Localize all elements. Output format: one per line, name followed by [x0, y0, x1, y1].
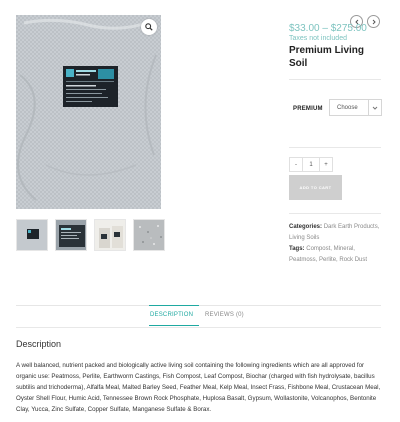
divider — [289, 147, 381, 148]
add-to-cart-button[interactable]: ADD TO CART — [289, 175, 342, 200]
search-icon — [145, 23, 153, 31]
variant-label: PREMIUM — [293, 106, 323, 112]
variant-select[interactable]: Choose — [329, 99, 382, 116]
thumbnail-bag-front-image — [17, 220, 47, 250]
tags-label: Tags: — [289, 246, 305, 252]
category-link[interactable]: Dark Earth Products — [324, 224, 378, 230]
quantity-input[interactable]: 1 — [303, 157, 319, 172]
product-main-image[interactable] — [16, 15, 161, 209]
active-tab-indicator — [149, 325, 199, 326]
quantity-stepper: - 1 + — [289, 157, 333, 172]
chevron-right-icon — [372, 19, 376, 24]
thumbnail-2[interactable] — [55, 219, 87, 251]
divider — [289, 79, 381, 80]
thumbnail-bags-image — [95, 220, 125, 250]
tag-link[interactable]: Compost — [306, 246, 330, 252]
categories-row: Categories: Dark Earth Products, Living … — [289, 224, 380, 241]
tag-link[interactable]: Rock Dust — [339, 257, 367, 263]
tag-link[interactable]: Mineral — [334, 246, 354, 252]
zoom-button[interactable] — [141, 19, 157, 35]
categories-label: Categories: — [289, 224, 323, 230]
product-meta: Categories: Dark Earth Products, Living … — [289, 222, 384, 266]
description-heading: Description — [16, 339, 62, 349]
divider — [16, 327, 381, 328]
thumbnail-1[interactable] — [16, 219, 48, 251]
thumbnail-4[interactable] — [133, 219, 165, 251]
quantity-minus-button[interactable]: - — [289, 157, 303, 172]
tag-link[interactable]: Peatmoss — [289, 257, 316, 263]
soil-bag-illustration — [16, 15, 161, 209]
next-product-button[interactable] — [367, 15, 380, 28]
thumbnail-soil-texture-image — [134, 220, 164, 250]
description-text: A well balanced, nutrient packed and bio… — [16, 362, 381, 413]
tab-description[interactable]: DESCRIPTION — [150, 312, 193, 318]
select-chevron — [368, 100, 381, 115]
thumbnail-gallery — [16, 219, 165, 251]
tags-row: Tags: Compost, Mineral, Peatmoss, Perlit… — [289, 246, 368, 263]
tax-note: Taxes not included — [289, 35, 347, 42]
quantity-plus-button[interactable]: + — [319, 157, 333, 172]
tab-reviews[interactable]: REVIEWS (0) — [205, 312, 244, 318]
chevron-down-icon — [372, 106, 378, 110]
active-tab-top-border — [149, 305, 199, 306]
thumbnail-label-closeup-image — [56, 220, 86, 250]
variant-select-value: Choose — [337, 104, 358, 111]
tag-link[interactable]: Perlite — [319, 257, 336, 263]
thumbnail-3[interactable] — [94, 219, 126, 251]
price-range: $33.00 – $275.00 — [289, 23, 367, 34]
category-link[interactable]: Living Soils — [289, 235, 319, 241]
divider — [289, 213, 381, 214]
product-title: Premium Living Soil — [289, 45, 365, 69]
